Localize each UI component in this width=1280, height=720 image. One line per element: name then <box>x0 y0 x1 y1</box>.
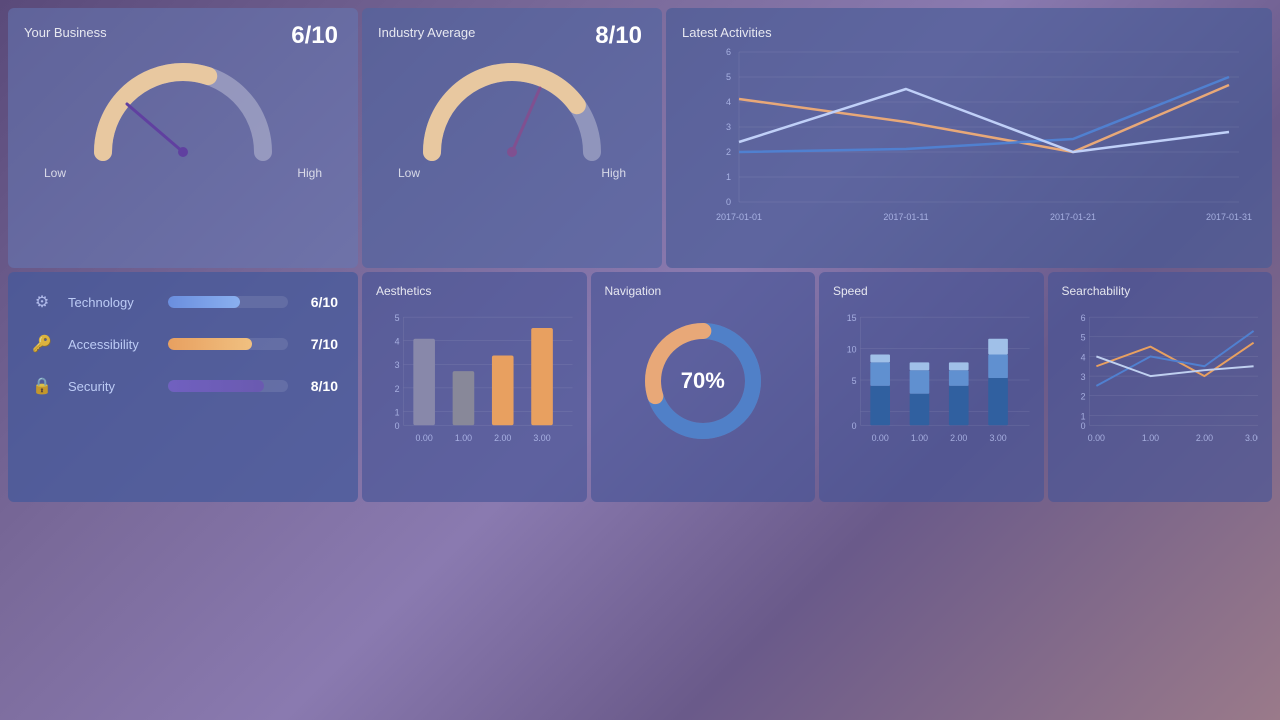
your-business-panel: Your Business 6/10 Low High <box>8 8 358 268</box>
metric-icon-accessibility: 🔑 <box>28 330 56 358</box>
svg-text:3.00: 3.00 <box>1244 433 1258 443</box>
gauge-svg-industry <box>412 52 612 162</box>
metric-icon-technology: ⚙ <box>28 288 56 316</box>
industry-avg-gauge <box>378 42 646 162</box>
metric-bar-container-technology <box>168 296 288 308</box>
metric-row-security: 🔒 Security 8/10 <box>28 372 338 400</box>
your-business-title: Your Business <box>24 25 107 40</box>
gauge-svg-business <box>83 52 283 162</box>
metric-score-accessibility: 7/10 <box>298 336 338 352</box>
metric-icon-security: 🔒 <box>28 372 56 400</box>
dashboard: Your Business 6/10 Low High Indus <box>0 0 1280 720</box>
svg-text:0.00: 0.00 <box>872 433 889 443</box>
metric-bar-technology <box>168 296 240 308</box>
svg-text:3: 3 <box>726 122 731 132</box>
metrics-rows: ⚙ Technology 6/10 🔑 Accessibility 7/10 🔒… <box>28 288 338 400</box>
svg-text:3.00: 3.00 <box>989 433 1006 443</box>
svg-text:2017-01-21: 2017-01-21 <box>1050 212 1096 222</box>
speed-chart: 15 10 5 0 <box>833 306 1030 456</box>
svg-text:2.00: 2.00 <box>494 433 511 443</box>
navigation-panel: Navigation 70% <box>591 272 816 502</box>
top-row: Your Business 6/10 Low High Indus <box>8 8 1272 268</box>
your-business-low: Low <box>44 166 66 180</box>
metric-score-technology: 6/10 <box>298 294 338 310</box>
speed-panel: Speed 15 10 5 0 <box>819 272 1044 502</box>
lower-section: ⚙ Technology 6/10 🔑 Accessibility 7/10 🔒… <box>8 272 1272 502</box>
searchability-title: Searchability <box>1062 284 1259 298</box>
aesthetics-panel: Aesthetics 5 4 3 2 1 0 <box>362 272 587 502</box>
svg-text:3.00: 3.00 <box>533 433 550 443</box>
metric-row-accessibility: 🔑 Accessibility 7/10 <box>28 330 338 358</box>
activities-title: Latest Activities <box>682 25 772 40</box>
metric-bar-container-accessibility <box>168 338 288 350</box>
bottom-panels: Aesthetics 5 4 3 2 1 0 <box>362 272 1272 502</box>
svg-text:5: 5 <box>395 313 400 323</box>
activities-chart: 6 5 4 3 2 1 0 2017-01-01 2017-01-11 2017… <box>682 42 1256 242</box>
speed-title: Speed <box>833 284 1030 298</box>
industry-avg-panel: Industry Average 8/10 Low High <box>362 8 662 268</box>
svg-text:4: 4 <box>1080 352 1085 362</box>
svg-text:1: 1 <box>395 407 400 417</box>
svg-text:5: 5 <box>726 72 731 82</box>
svg-text:5: 5 <box>852 376 857 386</box>
activities-chart-svg: 6 5 4 3 2 1 0 2017-01-01 2017-01-11 2017… <box>682 42 1256 242</box>
svg-text:6: 6 <box>726 47 731 57</box>
metric-label-security: Security <box>68 379 168 394</box>
svg-text:1: 1 <box>1080 411 1085 421</box>
svg-text:2017-01-31: 2017-01-31 <box>1206 212 1252 222</box>
metric-row-technology: ⚙ Technology 6/10 <box>28 288 338 316</box>
svg-text:2: 2 <box>395 384 400 394</box>
svg-text:1: 1 <box>726 172 731 182</box>
metrics-panel: ⚙ Technology 6/10 🔑 Accessibility 7/10 🔒… <box>8 272 358 502</box>
industry-avg-high: High <box>601 166 626 180</box>
svg-text:0.00: 0.00 <box>1087 433 1104 443</box>
aesthetics-chart: 5 4 3 2 1 0 0.00 1.0 <box>376 306 573 456</box>
svg-text:2.00: 2.00 <box>1195 433 1212 443</box>
your-business-high: High <box>297 166 322 180</box>
svg-text:15: 15 <box>847 313 857 323</box>
metric-bar-accessibility <box>168 338 252 350</box>
industry-avg-gauge-labels: Low High <box>378 166 646 180</box>
metric-bar-security <box>168 380 264 392</box>
svg-text:0: 0 <box>852 421 857 431</box>
metric-label-technology: Technology <box>68 295 168 310</box>
navigation-title: Navigation <box>605 284 802 298</box>
svg-text:3: 3 <box>395 360 400 370</box>
searchability-chart: 6 5 4 3 2 1 0 0.00 1.00 2.00 <box>1062 306 1259 456</box>
metric-label-accessibility: Accessibility <box>68 337 168 352</box>
svg-text:6: 6 <box>1080 313 1085 323</box>
activities-panel: Latest Activities 6 5 4 <box>666 8 1272 268</box>
svg-text:0.00: 0.00 <box>416 433 433 443</box>
svg-text:4: 4 <box>726 97 731 107</box>
svg-text:5: 5 <box>1080 333 1085 343</box>
navigation-donut: 70% <box>605 306 802 456</box>
svg-text:0: 0 <box>726 197 731 207</box>
svg-text:0: 0 <box>1080 421 1085 431</box>
aesthetics-title: Aesthetics <box>376 284 573 298</box>
searchability-panel: Searchability 6 5 4 3 2 1 0 <box>1048 272 1273 502</box>
svg-text:1.00: 1.00 <box>911 433 928 443</box>
svg-text:2017-01-01: 2017-01-01 <box>716 212 762 222</box>
your-business-gauge <box>24 42 342 162</box>
svg-text:1.00: 1.00 <box>1141 433 1158 443</box>
metric-bar-container-security <box>168 380 288 392</box>
svg-text:2: 2 <box>1080 392 1085 402</box>
svg-text:10: 10 <box>847 345 857 355</box>
svg-text:2.00: 2.00 <box>950 433 967 443</box>
svg-text:3: 3 <box>1080 372 1085 382</box>
navigation-percent: 70% <box>681 368 725 394</box>
svg-text:2: 2 <box>726 147 731 157</box>
metric-score-security: 8/10 <box>298 378 338 394</box>
svg-text:0: 0 <box>395 421 400 431</box>
industry-avg-low: Low <box>398 166 420 180</box>
svg-text:1.00: 1.00 <box>455 433 472 443</box>
svg-text:2017-01-11: 2017-01-11 <box>883 212 928 222</box>
your-business-gauge-labels: Low High <box>24 166 342 180</box>
svg-text:4: 4 <box>395 337 400 347</box>
industry-avg-title: Industry Average <box>378 25 475 40</box>
